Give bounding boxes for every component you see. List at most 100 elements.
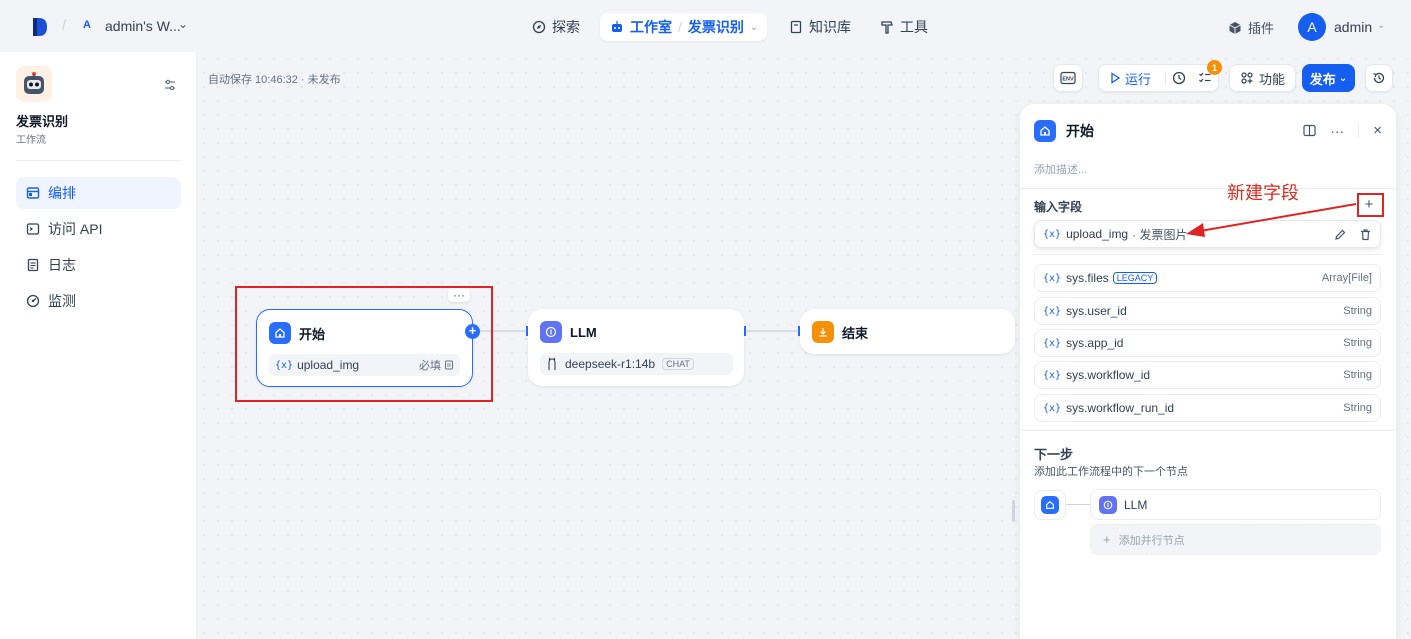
edit-icon[interactable] [1334, 228, 1347, 241]
add-parallel-node-button[interactable]: + 添加并行节点 [1090, 524, 1381, 555]
variable-icon: {x} [1043, 272, 1062, 284]
terminal-icon [26, 223, 40, 235]
breadcrumb-separator: / [678, 19, 682, 35]
variable-icon: {x} [1043, 402, 1062, 414]
field-name: sys.files [1066, 271, 1109, 285]
chevron-down-icon[interactable]: ⌄ [178, 17, 188, 31]
dify-logo-icon[interactable] [31, 17, 49, 37]
close-icon[interactable]: × [1373, 122, 1382, 139]
system-field: {x} sys.workflow_run_id String [1034, 394, 1381, 422]
nav-studio[interactable]: 工作室 / 发票识别 ⌄ [600, 13, 767, 41]
system-field: {x} sys.workflow_id String [1034, 361, 1381, 389]
add-field-plus-icon[interactable]: + [1362, 197, 1376, 212]
trash-icon[interactable] [1359, 228, 1372, 241]
version-history-button[interactable] [1365, 64, 1393, 92]
next-step-llm-node[interactable]: LLM [1090, 489, 1381, 520]
hammer-icon [881, 21, 893, 34]
sliders-icon[interactable] [163, 78, 177, 92]
ollama-icon [548, 357, 556, 370]
llm-node-title: LLM [570, 324, 597, 340]
env-button[interactable]: ENV [1053, 64, 1083, 92]
breadcrumb-app-name[interactable]: 发票识别 [688, 17, 744, 37]
play-icon [1111, 72, 1121, 84]
chevron-down-icon[interactable]: ⌄ [1377, 20, 1385, 31]
monitor-icon [26, 294, 40, 308]
run-history-button[interactable] [1166, 64, 1192, 92]
sidebar-item-logs[interactable]: 日志 [16, 249, 181, 281]
llm-icon [540, 321, 562, 343]
panel-resize-handle[interactable] [1012, 500, 1015, 522]
panel-title[interactable]: 开始 [1066, 121, 1094, 141]
notification-badge: 1 [1207, 60, 1222, 75]
nav-explore[interactable]: 探索 [526, 13, 586, 41]
llm-model-chip: deepseek-r1:14b CHAT [540, 353, 733, 375]
chevron-down-icon[interactable]: ⌄ [750, 22, 758, 33]
node-config-panel: 开始 ··· × 添加描述... 输入字段 {x} upload_img · 发… [1020, 104, 1396, 639]
sidebar-item-monitor[interactable]: 监测 [16, 285, 181, 317]
system-field: {x} sys.app_id String [1034, 329, 1381, 357]
description-input[interactable]: 添加描述... [1034, 161, 1087, 177]
panel-actions: ··· × [1303, 122, 1382, 139]
llm-model-name: deepseek-r1:14b [565, 357, 656, 371]
field-type: String [1343, 305, 1372, 317]
annotation-label: 新建字段 [1227, 183, 1299, 203]
field-type: String [1343, 402, 1372, 414]
legacy-badge: LEGACY [1112, 272, 1158, 284]
compass-icon [532, 20, 546, 34]
variable-icon: {x} [1043, 337, 1062, 349]
field-type: String [1343, 337, 1372, 349]
nav-tools-label: 工具 [900, 19, 928, 35]
history-icon [1373, 72, 1385, 84]
env-icon: ENV [1060, 71, 1076, 85]
more-icon[interactable]: ··· [1330, 124, 1344, 138]
avatar[interactable]: A [1298, 13, 1326, 41]
field-type: String [1343, 369, 1372, 381]
end-node[interactable]: 结束 [800, 309, 1015, 354]
features-label: 功能 [1258, 71, 1285, 87]
username[interactable]: admin [1334, 19, 1372, 35]
cube-icon [1229, 21, 1241, 34]
add-parallel-label: 添加并行节点 [1118, 534, 1185, 547]
sidebar-item-orchestrate[interactable]: 编排 [16, 177, 181, 209]
home-icon [1034, 120, 1056, 142]
nav-knowledge[interactable]: 知识库 [783, 13, 857, 41]
book-icon [790, 20, 802, 34]
nav-explore-label: 探索 [552, 19, 580, 35]
app-icon [16, 66, 52, 102]
publish-label: 发布 [1309, 71, 1336, 87]
input-field-upload-img[interactable]: {x} upload_img · 发票图片 [1034, 220, 1381, 248]
top-bar: / A admin's W... ⌄ 探索 工作室 / 发票识别 ⌄ 知识库 工… [0, 0, 1411, 52]
end-node-title: 结束 [842, 325, 869, 341]
field-name: sys.workflow_run_id [1066, 401, 1175, 415]
variable-icon: {x} [1043, 305, 1062, 317]
split-view-icon[interactable] [1303, 124, 1316, 137]
features-button[interactable]: 功能 [1229, 64, 1296, 92]
nav-tools[interactable]: 工具 [874, 13, 934, 41]
sidebar: 发票识别 工作流 编排 访问 API 日志 监测 [0, 52, 197, 639]
field-name: sys.user_id [1066, 304, 1127, 318]
next-step-subtitle: 添加此工作流程中的下一个节点 [1034, 466, 1188, 478]
publish-button[interactable]: 发布 ⌄ [1302, 64, 1355, 92]
run-button[interactable]: 运行 [1099, 69, 1165, 88]
end-node-header: 结束 [812, 321, 868, 343]
sidebar-item-api[interactable]: 访问 API [16, 213, 181, 245]
llm-node[interactable]: LLM deepseek-r1:14b CHAT [528, 309, 744, 386]
svg-text:ENV: ENV [1062, 77, 1074, 83]
llm-node-header: LLM [540, 321, 597, 343]
field-name: sys.workflow_id [1066, 368, 1151, 382]
run-group: 运行 [1098, 64, 1219, 92]
nav-studio-label: 工作室 [630, 19, 672, 35]
field-name: upload_img [1066, 227, 1129, 241]
panel-header: 开始 [1034, 120, 1094, 142]
variable-icon: {x} [1043, 228, 1062, 240]
autosave-status: 自动保存 10:46:32 · 未发布 [208, 74, 341, 86]
field-description: · 发票图片 [1132, 227, 1188, 242]
workspace-badge: A [83, 19, 91, 31]
next-step-source [1034, 490, 1066, 520]
plugins-button[interactable]: 插件 [1228, 18, 1274, 37]
workspace-name[interactable]: admin's W... [105, 18, 181, 34]
plugins-label: 插件 [1248, 21, 1275, 36]
divider [16, 160, 181, 161]
flag-icon [812, 321, 834, 343]
sidebar-item-label: 日志 [48, 257, 76, 273]
